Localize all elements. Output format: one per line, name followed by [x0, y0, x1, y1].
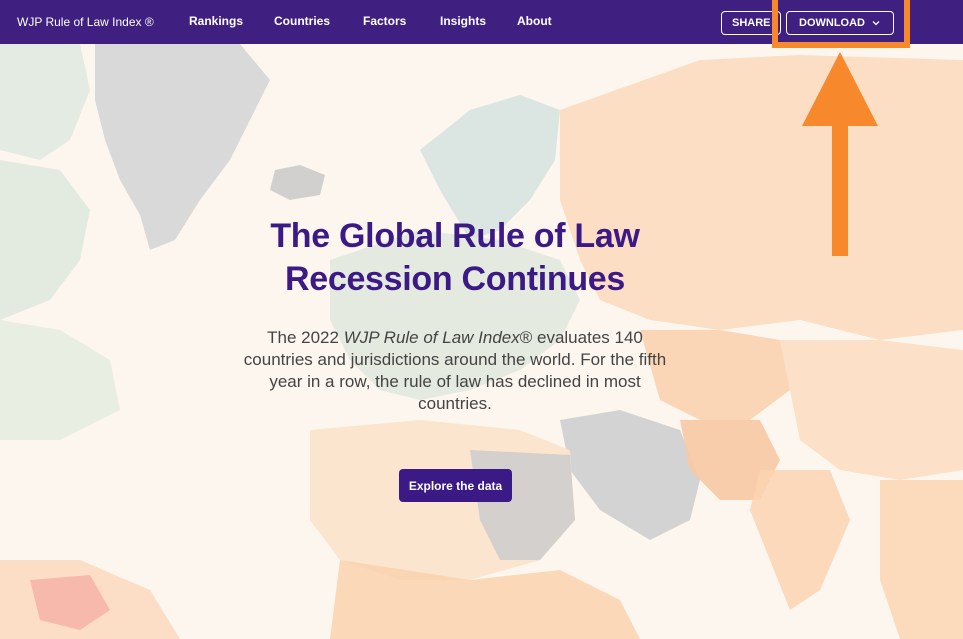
- hero-title-line2: Recession Continues: [284, 260, 626, 298]
- index-name: WJP Rule of Law Index: [343, 328, 520, 347]
- chevron-down-icon: [871, 18, 881, 28]
- hero-section: The Global Rule of Law Recession Continu…: [235, 215, 675, 415]
- hero-title: The Global Rule of Law Recession Continu…: [235, 215, 675, 301]
- top-navbar: WJP Rule of Law Index ® Rankings Countri…: [0, 0, 963, 44]
- download-button-label: DOWNLOAD: [799, 17, 865, 29]
- hero-description: The 2022 WJP Rule of Law Index® evaluate…: [235, 327, 675, 415]
- nav-factors[interactable]: Factors: [363, 14, 406, 28]
- share-button[interactable]: SHARE: [721, 11, 781, 35]
- explore-data-button[interactable]: Explore the data: [399, 469, 512, 502]
- brand-logo-text[interactable]: WJP Rule of Law Index ®: [17, 15, 154, 29]
- share-button-label: SHARE: [732, 17, 771, 29]
- explore-data-label: Explore the data: [408, 478, 503, 493]
- hero-title-line1: The Global Rule of Law: [270, 217, 640, 255]
- hero-text-prefix: The 2022: [267, 328, 344, 347]
- nav-about[interactable]: About: [517, 14, 552, 28]
- download-button[interactable]: DOWNLOAD: [786, 11, 894, 35]
- nav-rankings[interactable]: Rankings: [189, 14, 243, 28]
- nav-countries[interactable]: Countries: [274, 14, 330, 28]
- nav-insights[interactable]: Insights: [440, 14, 486, 28]
- up-arrow-icon: [798, 50, 882, 260]
